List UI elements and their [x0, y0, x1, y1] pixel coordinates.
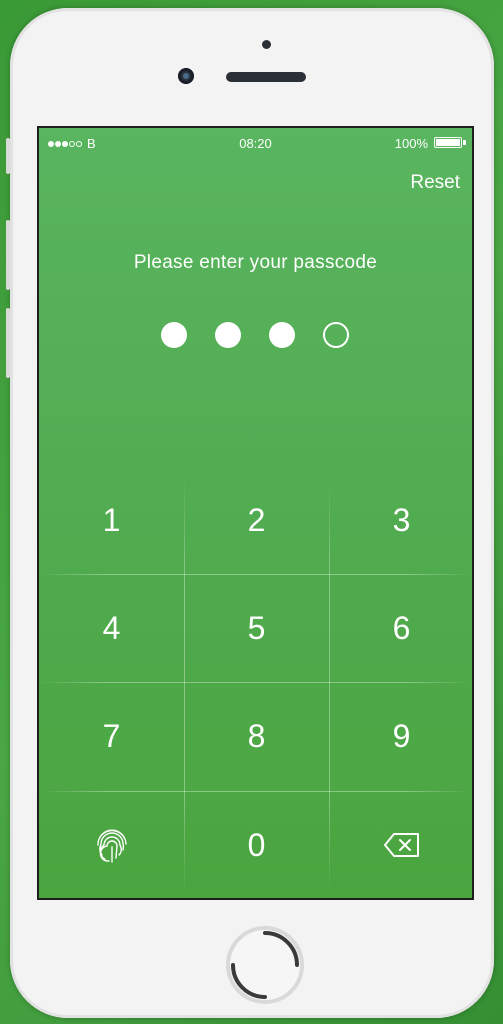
lock-screen: B 08:20 100% Reset Please enter your pas…: [37, 126, 474, 900]
key-9[interactable]: 9: [329, 682, 472, 790]
battery-level: [436, 139, 460, 146]
key-1[interactable]: 1: [39, 466, 184, 574]
volume-up-button: [6, 220, 10, 290]
key-0[interactable]: 0: [184, 791, 329, 898]
numeric-keypad: 1 2 3 4 5 6 7 8 9 0: [39, 466, 472, 898]
passcode-dot-filled: [215, 322, 241, 348]
proximity-sensor: [262, 40, 271, 49]
passcode-dot-filled: [161, 322, 187, 348]
fingerprint-icon: [96, 829, 127, 863]
earpiece-speaker: [226, 72, 306, 82]
key-6[interactable]: 6: [329, 574, 472, 682]
home-button-ring-icon: [231, 931, 299, 999]
key-7[interactable]: 7: [39, 682, 184, 790]
reset-button[interactable]: Reset: [410, 172, 460, 194]
passcode-prompt: Please enter your passcode: [133, 252, 378, 273]
volume-down-button: [6, 308, 10, 378]
passcode-dot-filled: [269, 322, 295, 348]
key-3[interactable]: 3: [329, 466, 472, 574]
key-4[interactable]: 4: [39, 574, 184, 682]
key-2[interactable]: 2: [184, 466, 329, 574]
home-button[interactable]: [226, 926, 304, 1004]
mute-switch: [6, 138, 10, 174]
key-8[interactable]: 8: [184, 682, 329, 790]
passcode-indicator: [161, 322, 349, 348]
battery-icon: [434, 137, 462, 148]
front-camera: [178, 68, 194, 84]
delete-button[interactable]: [329, 791, 472, 898]
passcode-dot-empty: [323, 322, 349, 348]
backspace-icon: [383, 833, 419, 857]
fingerprint-button[interactable]: [39, 791, 184, 898]
key-5[interactable]: 5: [184, 574, 329, 682]
status-bar: B 08:20 100%: [39, 128, 472, 156]
battery-tip: [463, 140, 466, 145]
battery-percentage: 100%: [394, 136, 428, 151]
